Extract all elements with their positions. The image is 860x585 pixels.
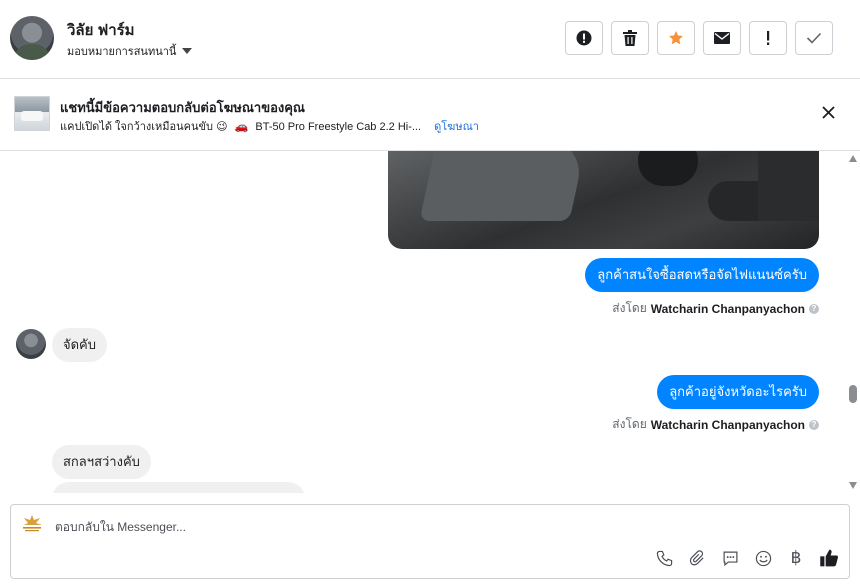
paperclip-icon — [689, 549, 704, 565]
outgoing-message[interactable]: ลูกค้าสนใจซื้อสดหรือจัดไฟแนนซ์ครับ — [585, 258, 819, 292]
incoming-message[interactable]: จัดคับ — [52, 328, 108, 362]
reply-composer: ฿ — [10, 504, 850, 579]
follow-up-button[interactable] — [749, 21, 787, 55]
sent-by-prefix: ส่งโดย — [612, 417, 647, 431]
call-button[interactable] — [654, 547, 674, 569]
spam-icon — [576, 30, 592, 46]
scrollbar-thumb[interactable] — [849, 385, 857, 403]
car-interior-photo[interactable] — [388, 151, 819, 249]
mark-unread-button[interactable] — [703, 21, 741, 55]
reply-input[interactable] — [55, 517, 655, 537]
attach-button[interactable] — [687, 547, 707, 569]
saved-reply-icon — [723, 551, 737, 566]
sent-by-prefix: ส่งโดย — [612, 301, 647, 315]
trash-icon — [623, 30, 637, 46]
outgoing-message[interactable]: ลูกค้าอยู่จังหวัดอะไรครับ — [657, 375, 819, 409]
page-logo-icon — [23, 515, 42, 532]
emoji-icon — [755, 550, 771, 566]
scroll-up-arrow[interactable] — [849, 155, 857, 162]
scroll-down-arrow[interactable] — [849, 482, 857, 489]
contact-avatar-small[interactable] — [16, 329, 46, 359]
composer-tools: ฿ — [654, 547, 839, 569]
help-icon[interactable]: ? — [809, 419, 819, 430]
conversation-header: วิลัย ฟาร์ม มอบหมายการสนทนานี้ — [0, 0, 860, 79]
incoming-message[interactable]: สกลฯสว่างคับ — [52, 445, 151, 479]
sender-name[interactable]: Watcharin Chanpanyachon — [651, 302, 805, 316]
contact-name[interactable]: วิลัย ฟาร์ม — [67, 18, 135, 42]
contact-avatar[interactable] — [10, 16, 54, 60]
envelope-icon — [714, 32, 730, 44]
ad-reply-banner: แชทนี้มีข้อความตอบกลับต่อโฆษณาของคุณ แคป… — [0, 79, 860, 151]
ad-caption: แคปเปิดได้ ใจกว้างเหมือนคนขับ 😉 — [60, 121, 228, 133]
header-actions — [565, 21, 833, 55]
sent-by-label: ส่งโดย Watcharin Chanpanyachon ? — [612, 299, 819, 318]
view-ad-link[interactable]: ดูโฆษณา — [434, 121, 479, 133]
ad-banner-title: แชทนี้มีข้อความตอบกลับต่อโฆษณาของคุณ — [60, 100, 305, 115]
phone-icon — [656, 550, 672, 566]
ad-thumbnail[interactable] — [14, 96, 50, 131]
close-icon — [822, 106, 835, 119]
like-icon — [820, 549, 838, 567]
saved-replies-button[interactable] — [720, 547, 740, 569]
assign-label: มอบหมายการสนทนานี้ — [67, 46, 177, 58]
exclamation-icon — [767, 31, 770, 45]
car-emoji-icon: 🚗 — [234, 121, 249, 133]
like-button[interactable] — [819, 547, 839, 569]
ad-name: BT-50 Pro Freestyle Cab 2.2 Hi-... — [255, 121, 422, 133]
close-banner-button[interactable] — [822, 106, 836, 120]
caret-down-icon — [182, 48, 193, 54]
star-icon — [669, 31, 683, 45]
baht-icon: ฿ — [790, 548, 802, 567]
ad-banner-subtitle: แคปเปิดได้ ใจกว้างเหมือนคนขับ 😉 🚗 BT-50 … — [60, 117, 479, 135]
sent-by-label: ส่งโดย Watcharin Chanpanyachon ? — [612, 415, 819, 434]
assign-conversation-dropdown[interactable]: มอบหมายการสนทนานี้ — [67, 42, 193, 60]
delete-button[interactable] — [611, 21, 649, 55]
check-icon — [806, 32, 822, 44]
sender-name[interactable]: Watcharin Chanpanyachon — [651, 418, 805, 432]
mark-done-button[interactable] — [795, 21, 833, 55]
star-button[interactable] — [657, 21, 695, 55]
mark-spam-button[interactable] — [565, 21, 603, 55]
incoming-message-partial[interactable] — [52, 482, 305, 493]
emoji-button[interactable] — [753, 547, 773, 569]
payment-button[interactable]: ฿ — [786, 547, 806, 569]
help-icon[interactable]: ? — [809, 303, 819, 314]
message-thread[interactable]: ลูกค้าสนใจซื้อสดหรือจัดไฟแนนซ์ครับ ส่งโด… — [0, 151, 845, 493]
